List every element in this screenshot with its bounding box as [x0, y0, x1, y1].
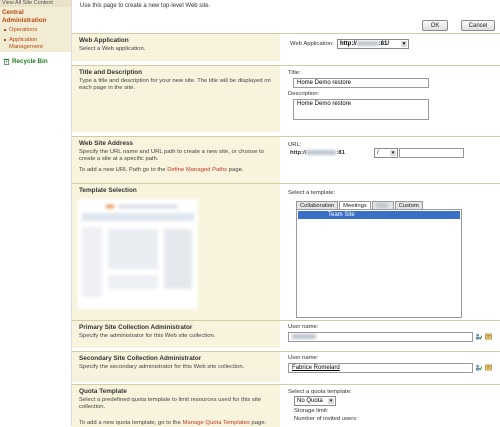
- central-administration-header[interactable]: Central Administration: [2, 9, 68, 24]
- bullet-icon: [4, 29, 6, 31]
- redacted-host: [306, 150, 337, 155]
- address-book-icon[interactable]: [485, 364, 492, 371]
- check-names-icon[interactable]: [475, 364, 482, 371]
- description-textarea[interactable]: Home Demo restore: [293, 99, 429, 120]
- sidebar-item-operations[interactable]: Operations: [2, 27, 68, 34]
- recycle-bin-icon: [3, 58, 10, 65]
- section-title: Secondary Site Collection Administrator: [79, 355, 202, 362]
- section-description: Specify the secondary administrator for …: [79, 364, 245, 370]
- manage-quota-templates-link[interactable]: Manage Quota Templates: [183, 420, 250, 426]
- redacted-host: [356, 40, 379, 46]
- define-managed-paths-link[interactable]: Define Managed Paths: [167, 167, 227, 173]
- invited-users-label: Number of invited users:: [294, 416, 358, 422]
- web-application-section: Web Application Select a Web application…: [72, 33, 500, 61]
- title-label: Title:: [288, 70, 301, 76]
- sidebar-item-label: Application Management: [9, 36, 43, 50]
- tab-collaboration[interactable]: Collaboration: [296, 201, 339, 209]
- template-tabs: Collaboration Meetings Custom: [296, 201, 424, 209]
- primary-admin-input[interactable]: [288, 332, 473, 342]
- section-description: Specify the URL name and URL path to cre…: [79, 149, 264, 162]
- bullet-icon: [4, 38, 6, 41]
- chevron-down-icon: ▾: [401, 41, 407, 47]
- quota-select-label: Select a quota template:: [288, 389, 352, 395]
- secondary-admin-input[interactable]: Fabrice Romelard: [288, 363, 473, 373]
- template-preview-image: [78, 199, 198, 309]
- sidebar-item-label: Operations: [9, 27, 38, 33]
- address-book-icon[interactable]: [485, 333, 492, 340]
- section-title: Title and Description: [79, 69, 143, 76]
- central-administration-section: Central Administration Operations Applic…: [0, 7, 71, 53]
- secondary-admin-section: Secondary Site Collection Administrator …: [72, 351, 500, 382]
- section-description: Type a title and description for your ne…: [79, 78, 271, 91]
- section-title: Template Selection: [79, 187, 137, 194]
- left-navigation: View All Site Content Central Administra…: [0, 0, 72, 426]
- user-name-label: User name:: [288, 324, 319, 330]
- redacted-tab-label: [375, 202, 388, 208]
- tab-meetings[interactable]: Meetings: [339, 201, 371, 209]
- chevron-down-icon: ▾: [328, 398, 334, 404]
- user-name-label: User name:: [288, 355, 319, 361]
- title-description-section: Title and Description Type a title and d…: [72, 65, 500, 132]
- section-title: Web Site Address: [79, 140, 133, 147]
- quota-template-section: Quota Template Select a predefined quota…: [72, 384, 500, 427]
- web-application-label: Web Application:: [290, 41, 334, 47]
- section-description: Specify the administrator for this Web s…: [79, 333, 216, 339]
- url-label: URL:: [288, 142, 302, 148]
- web-site-address-section: Web Site Address Specify the URL name an…: [72, 136, 500, 184]
- section-title: Quota Template: [79, 388, 127, 395]
- template-select-label: Select a template:: [288, 190, 336, 196]
- managed-paths-note: To add a new URL Path go to the Define M…: [79, 167, 244, 173]
- section-description: Select a Web application.: [79, 46, 146, 52]
- section-description: Select a predefined quota template to li…: [79, 397, 262, 410]
- ok-button[interactable]: OK: [422, 20, 448, 31]
- storage-limit-label: Storage limit:: [294, 408, 329, 414]
- section-title: Primary Site Collection Administrator: [79, 324, 193, 331]
- quota-template-select[interactable]: No Quota ▾: [294, 396, 336, 406]
- template-option-selected[interactable]: Team Site: [298, 211, 460, 219]
- view-all-site-content-link[interactable]: View All Site Content: [0, 0, 71, 7]
- title-input[interactable]: Home Demo restore: [293, 78, 429, 88]
- check-names-icon[interactable]: [475, 333, 482, 340]
- cancel-button[interactable]: Cancel: [461, 20, 495, 31]
- recycle-bin-label: Recycle Bin: [12, 58, 48, 65]
- page-description: Use this page to create a new top-level …: [80, 3, 211, 9]
- url-path-select[interactable]: / ▾: [374, 148, 398, 158]
- section-title: Web Application: [79, 37, 129, 44]
- recycle-bin-link[interactable]: Recycle Bin: [3, 58, 48, 65]
- tab-redacted[interactable]: [371, 201, 394, 209]
- template-listbox[interactable]: Team Site: [296, 209, 462, 318]
- url-name-input[interactable]: [399, 148, 464, 158]
- sidebar-item-application-management[interactable]: Application Management: [2, 37, 68, 51]
- url-base: http://:81: [290, 150, 345, 157]
- redacted-user: [292, 333, 316, 339]
- chevron-down-icon: ▾: [390, 150, 396, 156]
- tab-custom[interactable]: Custom: [394, 201, 423, 209]
- description-label: Description:: [288, 91, 320, 97]
- web-application-select[interactable]: http://:81/ ▾: [337, 39, 409, 49]
- primary-admin-section: Primary Site Collection Administrator Sp…: [72, 320, 500, 348]
- main-content: Use this page to create a new top-level …: [72, 0, 500, 427]
